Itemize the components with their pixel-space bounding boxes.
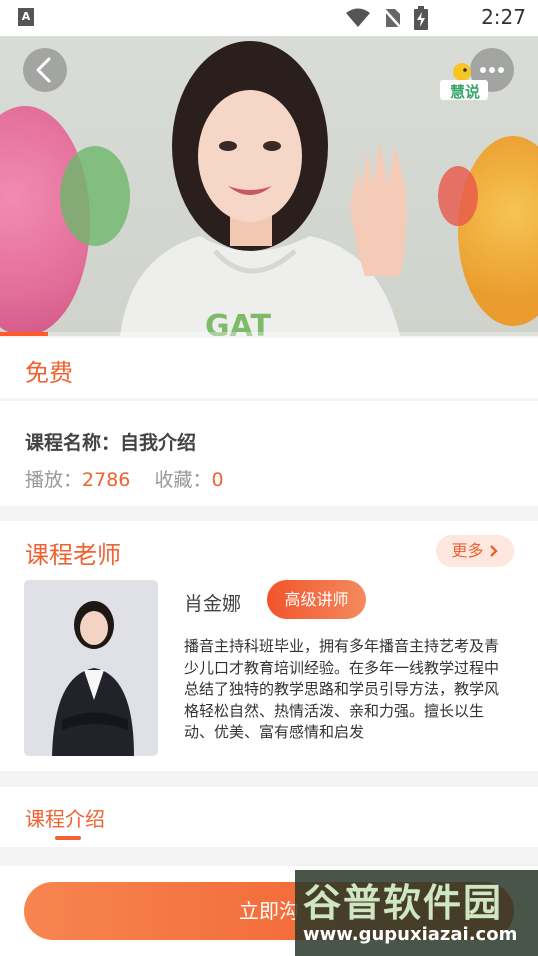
watermark: 谷普软件园 www.gupuxiazai.com <box>295 870 538 956</box>
course-intro-tabbar: 课程介绍 <box>0 787 538 847</box>
wifi-icon <box>346 8 370 27</box>
favorites-label: 收藏： <box>154 469 212 491</box>
chevron-right-icon <box>489 545 498 557</box>
app-notification-icon: A <box>18 8 34 26</box>
teacher-name: 肖金娜 <box>184 593 242 615</box>
video-progress-bar[interactable] <box>0 332 538 336</box>
teacher-bio: 播音主持科班毕业，拥有多年播音主持艺考及青少儿口才教育培训经验。在多年一线教学过… <box>184 637 500 741</box>
teacher-section-title: 课程老师 <box>25 541 121 569</box>
battery-icon <box>414 6 428 30</box>
more-teachers-button[interactable]: 更多 <box>436 535 514 567</box>
video-progress-fill <box>0 332 49 336</box>
price-label: 免费 <box>25 359 73 387</box>
clock: 2:27 <box>481 5 526 29</box>
status-icons <box>346 6 428 30</box>
active-tab-indicator <box>55 836 81 840</box>
teacher-section: 课程老师 更多 肖金娜 高级讲师 播音主持科班毕业，拥有多年播音主持艺考及青少儿… <box>0 521 538 771</box>
plays-label: 播放： <box>25 469 83 491</box>
background-decoration <box>458 136 538 326</box>
more-teachers-label: 更多 <box>451 541 484 560</box>
favorites-count: 0 <box>211 469 224 491</box>
brand-logo: 慧说 <box>438 60 490 102</box>
course-name-value: 自我介绍 <box>120 432 197 454</box>
course-name: 课程名称：自我介绍 <box>25 428 196 455</box>
teacher-title-badge: 高级讲师 <box>267 580 366 619</box>
background-decoration <box>438 166 478 226</box>
course-info-card: 课程名称：自我介绍 播放：2786 收藏：0 <box>0 401 538 506</box>
course-stats: 播放：2786 收藏：0 <box>25 465 224 492</box>
teacher-photo[interactable] <box>24 580 158 756</box>
chevron-left-icon <box>36 57 51 83</box>
watermark-title: 谷普软件园 <box>303 881 504 925</box>
no-sim-icon <box>382 7 402 29</box>
teacher-portrait-image <box>52 601 134 756</box>
status-bar: A 2:27 <box>0 0 538 36</box>
course-name-label: 课程名称： <box>25 432 121 454</box>
plays-count: 2786 <box>82 469 131 491</box>
back-button[interactable] <box>23 48 67 92</box>
tab-course-intro[interactable]: 课程介绍 <box>25 803 105 832</box>
watermark-url: www.gupuxiazai.com <box>303 924 518 945</box>
logo-text: 慧说 <box>450 83 481 101</box>
price-section: 免费 <box>0 338 538 398</box>
presenter-image: GAT <box>120 41 407 336</box>
